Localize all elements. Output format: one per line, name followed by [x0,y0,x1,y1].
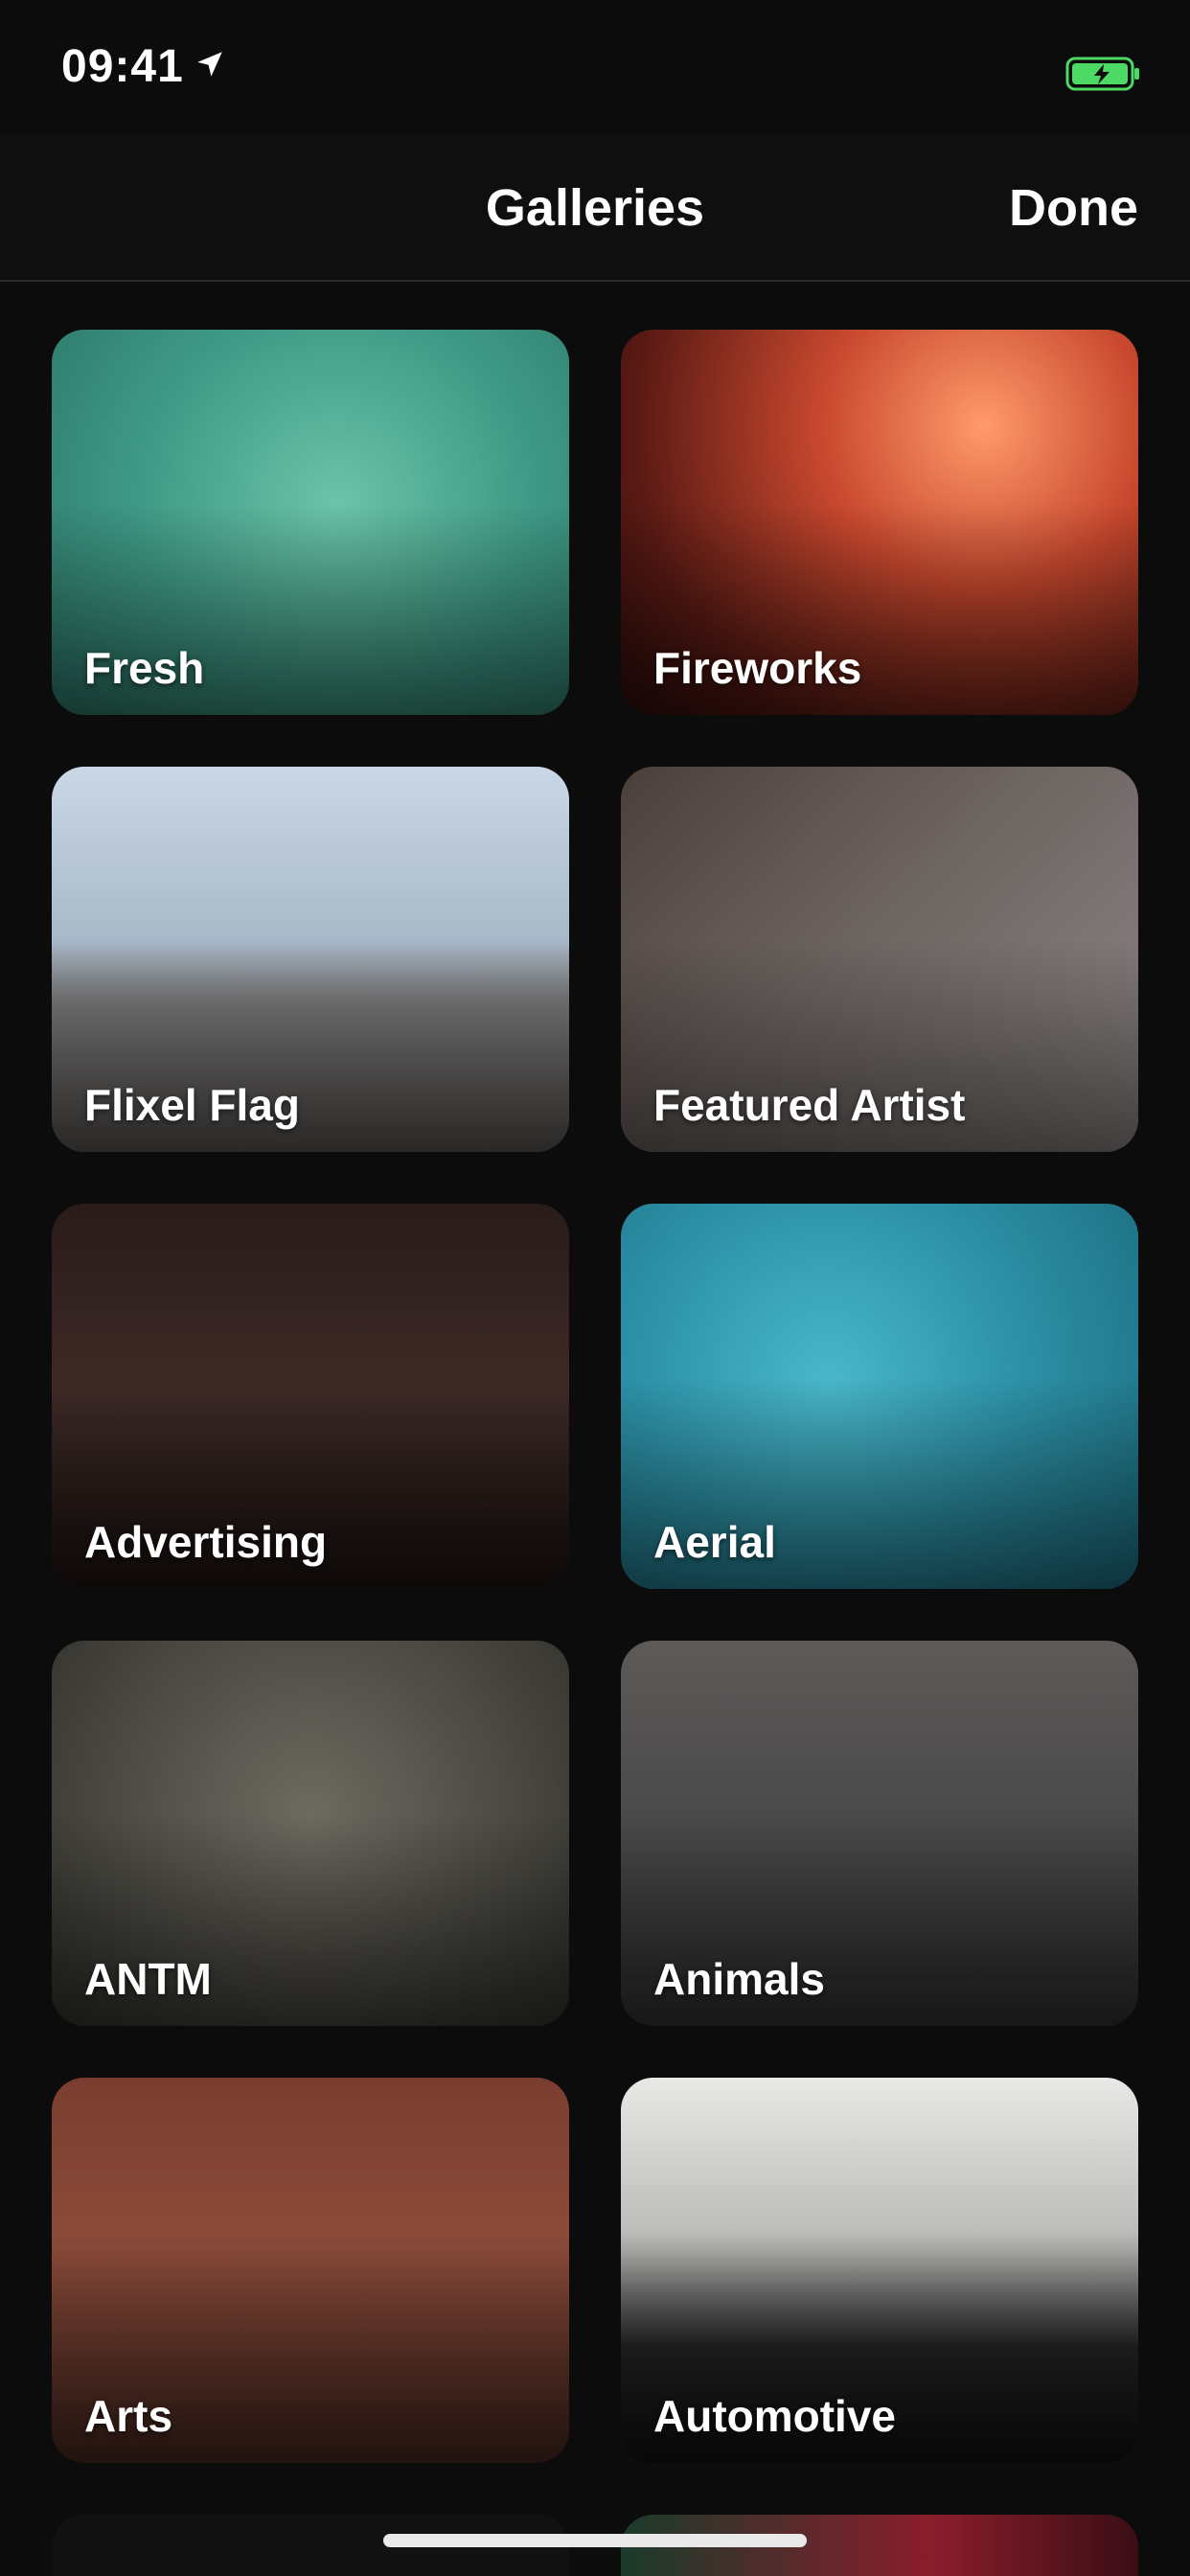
status-time-group: 09:41 [61,40,226,93]
gallery-tile-featured-artist[interactable]: Featured Artist [621,767,1138,1152]
location-arrow-icon [194,48,226,85]
gallery-tile-label: ANTM [84,1954,212,2004]
gallery-tile-label: Fireworks [653,643,862,693]
navigation-bar: Galleries Done [0,134,1190,282]
gallery-tile-fresh[interactable]: Fresh [52,330,569,715]
gallery-tile-label: Fresh [84,643,205,693]
gallery-tile-flixel-flag[interactable]: Flixel Flag [52,767,569,1152]
gallery-tile-aerial[interactable]: Aerial [621,1204,1138,1589]
gallery-tile-advertising[interactable]: Advertising [52,1204,569,1589]
status-bar: 09:41 [0,0,1190,134]
gallery-tile-label: Advertising [84,1517,328,1567]
gallery-tile-label: Animals [653,1954,825,2004]
gallery-tile-label: Arts [84,2391,173,2441]
gallery-tile-label: Aerial [653,1517,776,1567]
done-button[interactable]: Done [1009,178,1138,238]
home-indicator [383,2534,807,2547]
gallery-grid: Fresh Fireworks Flixel Flag Featured Art… [52,330,1138,2463]
gallery-tile-label: Flixel Flag [84,1080,300,1130]
gallery-tile-fireworks[interactable]: Fireworks [621,330,1138,715]
status-time: 09:41 [61,41,184,92]
gallery-tile-label: Featured Artist [653,1080,966,1130]
gallery-tile-automotive[interactable]: Automotive [621,2078,1138,2463]
gallery-tile-arts[interactable]: Arts [52,2078,569,2463]
gallery-tile-animals[interactable]: Animals [621,1641,1138,2026]
gallery-tile-antm[interactable]: ANTM [52,1641,569,2026]
gallery-tile-label: Automotive [653,2391,896,2441]
battery-charging-icon [1065,56,1142,92]
